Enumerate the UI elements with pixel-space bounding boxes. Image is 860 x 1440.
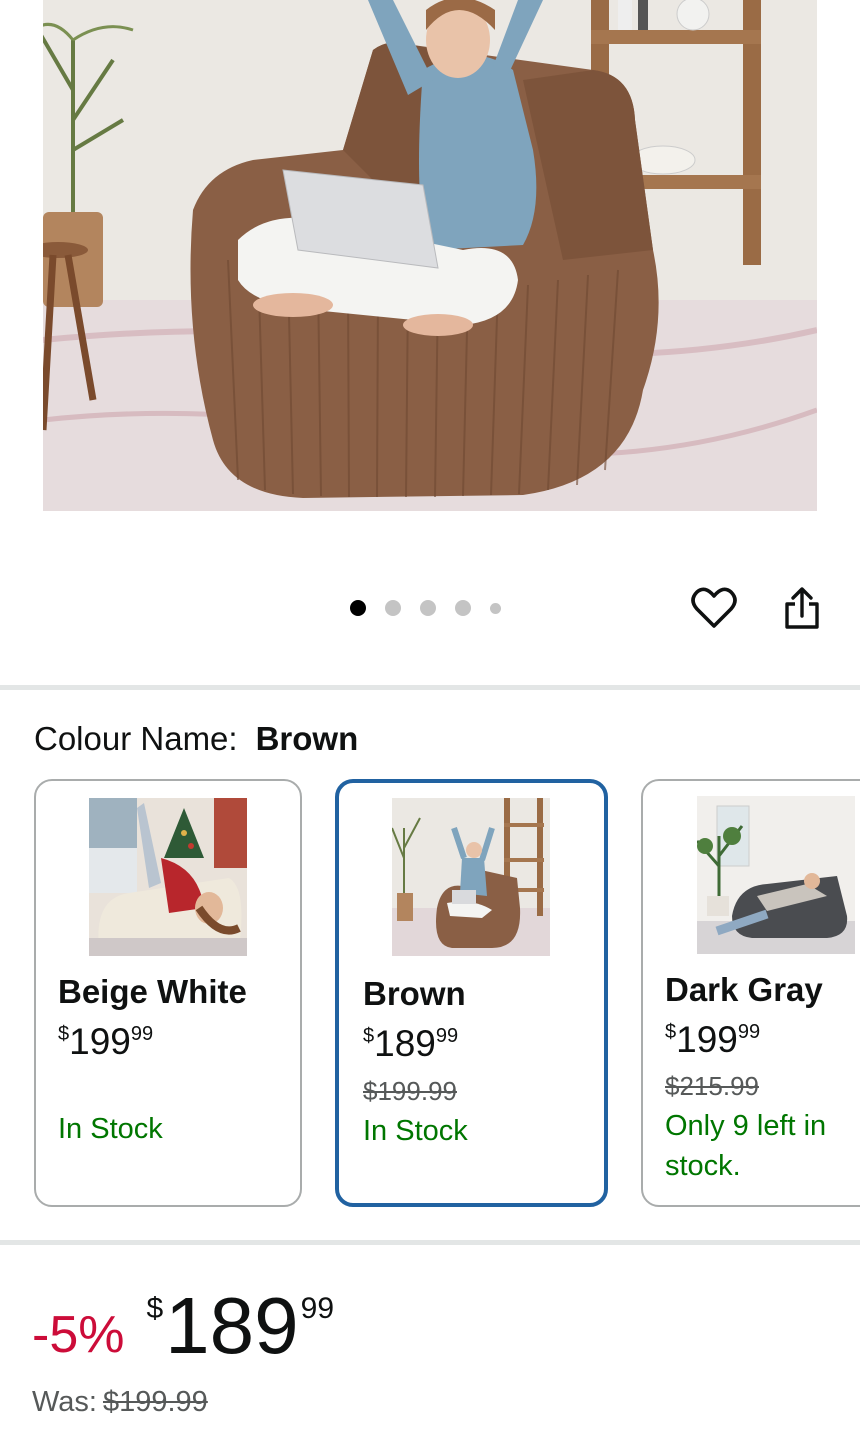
heart-icon — [691, 587, 737, 628]
share-button[interactable] — [778, 584, 826, 632]
pager-dot[interactable] — [490, 602, 501, 614]
wishlist-button[interactable] — [690, 584, 738, 632]
variant-name: Brown — [363, 975, 466, 1012]
image-pager[interactable] — [350, 599, 520, 617]
variant-price: $19999 — [58, 1021, 154, 1062]
price-fraction: 99 — [300, 1292, 335, 1325]
section-divider — [0, 1240, 860, 1245]
was-price-value: $199.99 — [102, 1386, 208, 1418]
colour-name-label: Colour Name: — [34, 720, 238, 757]
price-whole: 189 — [165, 1281, 299, 1370]
variant-stock-status: Only 9 left in stock. — [665, 1110, 827, 1182]
variant-stock-status: In Stock — [58, 1113, 163, 1145]
variant-thumbnail — [89, 798, 247, 956]
pager-dot[interactable] — [420, 600, 436, 616]
variant-card-dark-gray[interactable]: Dark Gray $19999 $215.99 Only 9 left in … — [641, 779, 860, 1207]
variant-price: $18999 — [363, 1023, 459, 1064]
variant-was-price: $215.99 — [665, 1071, 759, 1101]
price-block: -5% $ 189 99 — [32, 1282, 334, 1370]
section-divider — [0, 685, 860, 690]
variant-name: Dark Gray — [665, 971, 823, 1008]
was-price-label: Was: — [32, 1386, 97, 1418]
variant-card-brown[interactable]: Brown $18999 $199.99 In Stock — [335, 779, 608, 1207]
colour-name-row: Colour Name: Brown — [34, 720, 358, 758]
variant-thumbnail — [697, 796, 855, 954]
pager-dot[interactable] — [350, 600, 366, 616]
variant-was-price: $199.99 — [363, 1076, 457, 1106]
variant-price: $19999 — [665, 1019, 761, 1060]
product-photo-illustration — [43, 0, 817, 511]
share-icon — [785, 587, 819, 629]
was-price-row: Was: $199.99 — [32, 1386, 208, 1419]
pager-dot[interactable] — [385, 600, 401, 616]
product-image[interactable] — [43, 0, 817, 511]
pager-dot[interactable] — [455, 600, 471, 616]
variant-name: Beige White — [58, 973, 247, 1010]
variant-stock-status: In Stock — [363, 1115, 468, 1147]
variant-thumbnail — [392, 798, 550, 956]
price-currency: $ — [146, 1292, 164, 1325]
variant-card-beige-white[interactable]: Beige White $19999 In Stock — [34, 779, 302, 1207]
colour-name-value: Brown — [255, 720, 359, 757]
discount-percentage: -5% — [32, 1306, 125, 1364]
